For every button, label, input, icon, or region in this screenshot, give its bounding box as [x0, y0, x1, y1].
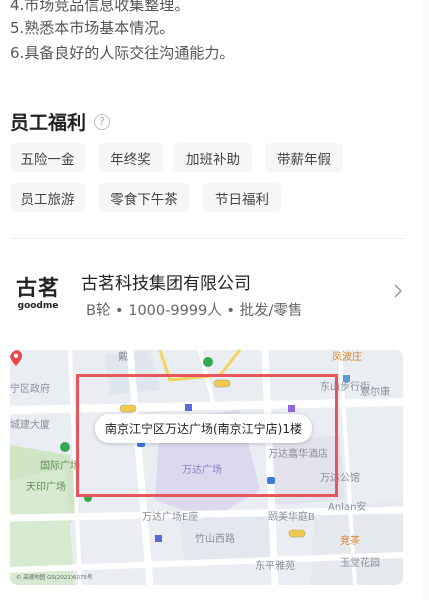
company-card[interactable]: 古茗 goodme 古茗科技集团有限公司 B轮 • 1000-9999人 • 批…: [0, 262, 429, 326]
requirement-line: 4.市场竞品信息收集整理。: [10, 0, 190, 14]
location-map[interactable]: 戴 凤波庄 宁区政府 东山步行街 意尔康 城建大厦 国际广场 天印广场 万达广场…: [10, 350, 403, 585]
map-label: 戴: [118, 352, 128, 363]
address-bubble[interactable]: 南京江宁区万达广场(南京江宁店)1楼: [95, 414, 312, 443]
benefits-section-title: 员工福利 ?: [10, 108, 111, 135]
benefit-tag: 员工旅游: [10, 183, 85, 212]
benefit-tag: 带薪年假: [265, 143, 343, 172]
map-label: Anlan安: [328, 502, 367, 513]
map-label: 万达广场E座: [142, 512, 199, 523]
requirement-line: 6.具备良好的人际交往沟通能力。: [10, 44, 235, 62]
map-label: 竞茶: [340, 536, 360, 547]
job-detail-page: 4.市场竞品信息收集整理。 5.熟悉本市场基本情况。 6.具备良好的人际交往沟通…: [0, 0, 429, 600]
section-divider: [10, 238, 405, 239]
scrollbar[interactable]: [423, 0, 429, 600]
map-label: 凤波庄: [332, 352, 362, 363]
logo-cn-text: 古茗: [16, 275, 60, 300]
map-label: 意尔康: [360, 387, 390, 398]
company-name: 古茗科技集团有限公司: [81, 274, 251, 294]
benefit-tag: 零食下午茶: [98, 183, 190, 212]
company-logo: 古茗 goodme: [12, 276, 64, 314]
benefit-tag: 五险一金: [10, 143, 85, 172]
map-label: 颐美华庭B: [268, 512, 315, 523]
chevron-right-icon[interactable]: [392, 284, 404, 298]
location-pin-icon: [10, 350, 22, 366]
map-label: 城建大厦: [10, 420, 50, 431]
benefits-title: 员工福利: [10, 112, 87, 134]
company-meta: B轮 • 1000-9999人 • 批发/零售: [86, 303, 303, 319]
benefit-tag: 加班补助: [174, 143, 252, 172]
map-label: 竹山西路: [195, 534, 235, 545]
map-label: 玉堂花园: [340, 558, 380, 569]
help-icon[interactable]: ?: [94, 113, 111, 130]
map-label: 天印广场: [26, 482, 66, 493]
benefit-tag: 节日福利: [203, 183, 281, 212]
logo-en-text: goodme: [17, 301, 59, 311]
map-label: 东平雅苑: [255, 561, 295, 572]
map-label: 宁区政府: [10, 384, 50, 395]
requirement-line: 5.熟悉本市场基本情况。: [10, 19, 175, 37]
benefit-tag: 年终奖: [98, 143, 163, 172]
map-label: 国际广场: [40, 461, 80, 472]
map-copyright: © 高德地图 GS(2021)6075号: [16, 575, 93, 581]
